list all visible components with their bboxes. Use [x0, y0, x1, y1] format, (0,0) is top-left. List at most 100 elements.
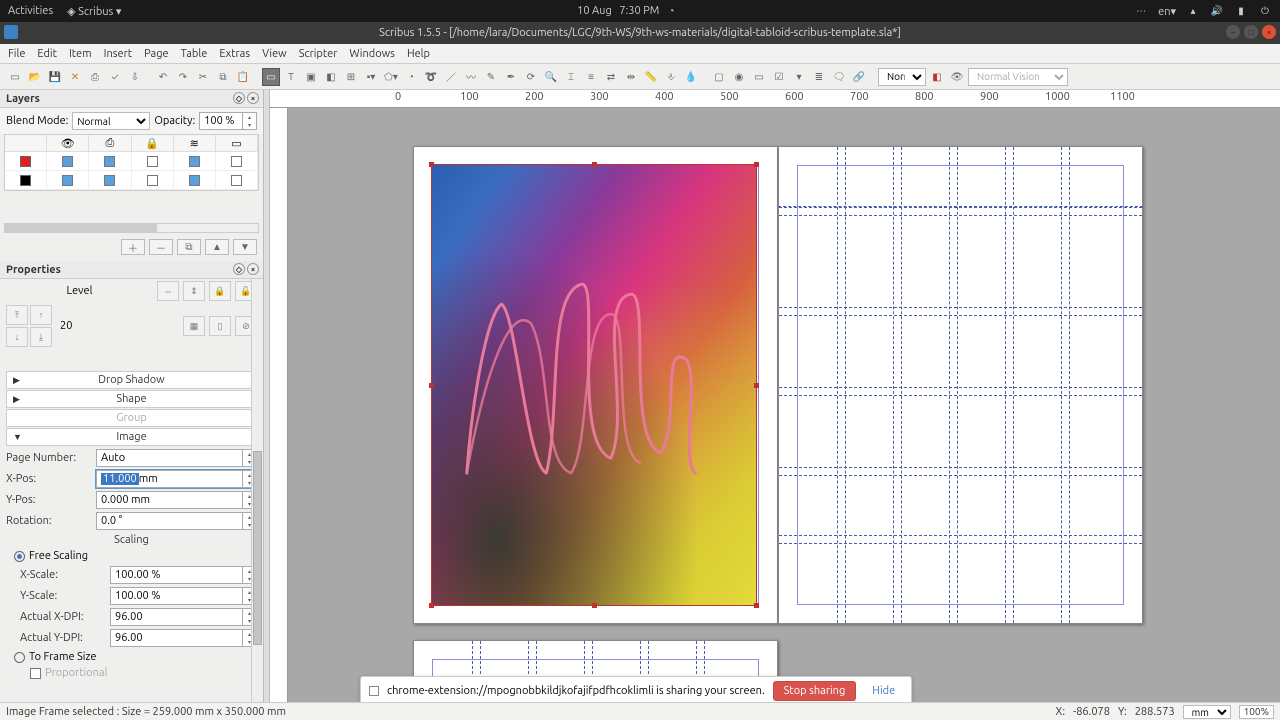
pdf-link-icon[interactable]: 🔗 — [850, 68, 868, 86]
layer-print-checkbox[interactable] — [104, 156, 115, 167]
stop-sharing-button[interactable]: Stop sharing — [773, 681, 857, 701]
render-frame-icon[interactable]: ◧ — [322, 68, 340, 86]
layer-outline-checkbox[interactable] — [231, 175, 242, 186]
arc-icon[interactable]: ◔ — [402, 68, 420, 86]
tray-menu-icon[interactable]: ⋯ — [1134, 4, 1148, 18]
layer-flow-checkbox[interactable] — [189, 156, 200, 167]
layers-hscroll[interactable] — [4, 223, 259, 233]
layer-visible-checkbox[interactable] — [62, 156, 73, 167]
layers-panel-header[interactable]: Layers ◇ × — [0, 90, 263, 108]
menu-table[interactable]: Table — [181, 48, 208, 60]
accordion-drop-shadow[interactable]: ▶Drop Shadow — [6, 371, 257, 389]
cut-icon[interactable]: ✂ — [194, 68, 212, 86]
open-icon[interactable]: 📂 — [26, 68, 44, 86]
image-frame-icon[interactable]: ▣ — [302, 68, 320, 86]
paste-icon[interactable]: 📋 — [234, 68, 252, 86]
app-menu[interactable]: ◈ Scribus ▾ — [67, 5, 121, 18]
layer-row[interactable] — [5, 171, 258, 190]
menu-extras[interactable]: Extras — [219, 48, 250, 60]
properties-panel-header[interactable]: Properties ◇ × — [0, 261, 263, 279]
layer-lock-checkbox[interactable] — [147, 156, 158, 167]
close-button[interactable]: × — [1262, 25, 1276, 39]
xpos-spinner[interactable]: 11.000 mm▴▾ — [96, 470, 257, 488]
spiral-icon[interactable]: ➰ — [422, 68, 440, 86]
lock-icon[interactable]: 🔒 — [209, 281, 231, 301]
bezier-icon[interactable]: 〰 — [462, 68, 480, 86]
input-lang[interactable]: en▾ — [1158, 5, 1176, 18]
vertical-splitter[interactable] — [263, 90, 270, 710]
print-icon[interactable]: ⎙ — [86, 68, 104, 86]
calligraphic-icon[interactable]: ✒ — [502, 68, 520, 86]
selected-image-frame[interactable] — [431, 164, 757, 606]
rotation-spinner[interactable]: 0.0 °▴▾ — [96, 512, 257, 530]
copy-props-icon[interactable]: ⎀ — [662, 68, 680, 86]
level-top-icon[interactable]: ⤒ — [6, 305, 28, 325]
layer-row[interactable] — [5, 152, 258, 171]
preview-icon[interactable]: 👁 — [948, 68, 966, 86]
menu-help[interactable]: Help — [407, 48, 430, 60]
page-viewport[interactable] — [288, 108, 1280, 710]
menu-edit[interactable]: Edit — [37, 48, 57, 60]
properties-undock-icon[interactable]: ◇ — [233, 263, 245, 275]
level-bottom-icon[interactable]: ⤓ — [30, 327, 52, 347]
unit-select[interactable]: mm — [1183, 705, 1231, 719]
pdf-icon[interactable]: ⇩ — [126, 68, 144, 86]
rotate-icon[interactable]: ⟳ — [522, 68, 540, 86]
layer-lock-checkbox[interactable] — [147, 175, 158, 186]
pdf-check-icon[interactable]: ☑ — [770, 68, 788, 86]
yscale-spinner[interactable]: 100.00 %▴▾ — [110, 587, 257, 605]
horizontal-ruler[interactable]: 0 100 200 300 400 500 600 700 800 900 10… — [270, 90, 1280, 108]
pdf-list-icon[interactable]: ≣ — [810, 68, 828, 86]
eyedropper-icon[interactable]: 💧 — [682, 68, 700, 86]
properties-scrollbar[interactable] — [251, 279, 263, 710]
page-right[interactable] — [778, 146, 1143, 624]
volume-icon[interactable]: 🔊 — [1210, 4, 1224, 18]
new-icon[interactable]: ▭ — [6, 68, 24, 86]
group-icon[interactable]: ▦ — [183, 316, 205, 336]
layers-close-icon[interactable]: × — [247, 92, 259, 104]
vertical-ruler[interactable] — [270, 108, 288, 710]
notification-icon[interactable]: ◔ — [664, 4, 678, 18]
layer-outline-checkbox[interactable] — [231, 156, 242, 167]
layer-print-checkbox[interactable] — [104, 175, 115, 186]
to-frame-size-radio[interactable]: To Frame Size — [14, 651, 257, 663]
flip-h-icon[interactable]: ⇔ — [157, 281, 179, 301]
activities-button[interactable]: Activities — [8, 5, 53, 17]
layer-visible-checkbox[interactable] — [62, 175, 73, 186]
accordion-image[interactable]: ▼Image — [6, 428, 257, 446]
toggle-cms-icon[interactable]: ◧ — [928, 68, 946, 86]
shape-icon[interactable]: ▪▾ — [362, 68, 380, 86]
pdf-annot-icon[interactable]: 🗨 — [830, 68, 848, 86]
edit-contents-icon[interactable]: ⌶ — [562, 68, 580, 86]
vision-mode-select[interactable]: Normal Vision — [968, 68, 1068, 86]
measure-icon[interactable]: 📏 — [642, 68, 660, 86]
ypos-spinner[interactable]: 0.000 mm▴▾ — [96, 491, 257, 509]
pdf-combo-icon[interactable]: ▾ — [790, 68, 808, 86]
blend-mode-select[interactable]: Normal — [72, 112, 150, 130]
layer-color-swatch[interactable] — [20, 175, 31, 186]
layer-down-button[interactable]: ▼ — [233, 239, 257, 255]
layer-color-swatch[interactable] — [20, 156, 31, 167]
battery-icon[interactable]: ▮ — [1234, 4, 1248, 18]
minimize-button[interactable]: – — [1226, 25, 1240, 39]
close-doc-icon[interactable]: ✕ — [66, 68, 84, 86]
xdpi-spinner[interactable]: 96.00▴▾ — [110, 608, 257, 626]
power-icon[interactable]: ⏻ — [1258, 4, 1272, 18]
ydpi-spinner[interactable]: 96.00▴▾ — [110, 629, 257, 647]
link-frames-icon[interactable]: ⇄ — [602, 68, 620, 86]
copy-icon[interactable]: ⧉ — [214, 68, 232, 86]
redo-icon[interactable]: ↷ — [174, 68, 192, 86]
xscale-spinner[interactable]: 100.00 %▴▾ — [110, 566, 257, 584]
layer-remove-button[interactable]: － — [149, 239, 173, 255]
canvas-area[interactable]: 0 100 200 300 400 500 600 700 800 900 10… — [270, 90, 1280, 710]
menu-windows[interactable]: Windows — [349, 48, 395, 60]
flip-v-icon[interactable]: ⇕ — [183, 281, 205, 301]
layer-dup-button[interactable]: ⧉ — [177, 239, 201, 255]
menu-item[interactable]: Item — [69, 48, 92, 60]
save-icon[interactable]: 💾 — [46, 68, 64, 86]
pdf-button-icon[interactable]: ▢ — [710, 68, 728, 86]
accordion-shape[interactable]: ▶Shape — [6, 390, 257, 408]
text-frame-icon[interactable]: T — [282, 68, 300, 86]
freehand-icon[interactable]: ✎ — [482, 68, 500, 86]
layers-undock-icon[interactable]: ◇ — [233, 92, 245, 104]
